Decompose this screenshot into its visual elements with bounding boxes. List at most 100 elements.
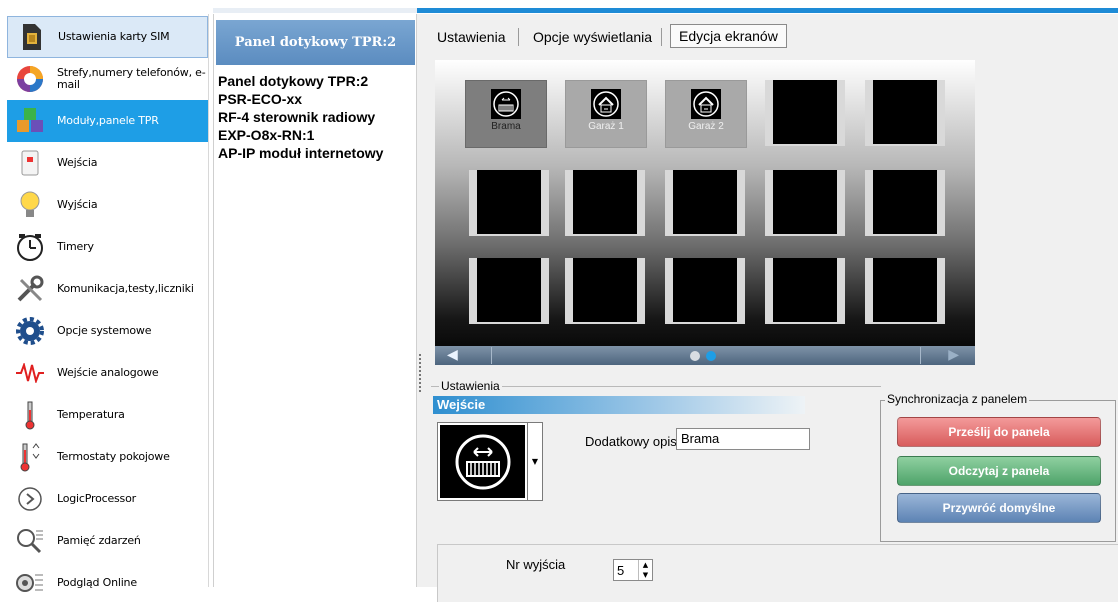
sidebar-item-system[interactable]: Opcje systemowe <box>7 310 208 352</box>
screen-tile-empty[interactable] <box>765 258 845 324</box>
module-list-item[interactable]: Panel dotykowy TPR:2 <box>218 72 417 90</box>
tile-label: Brama <box>491 121 521 132</box>
clock-icon <box>15 232 45 262</box>
editor-area: Ustawienia Opcje wyświetlania Edycja ekr… <box>425 14 1118 602</box>
tab-separator <box>518 28 519 46</box>
sidebar-item-analog[interactable]: Wejście analogowe <box>7 352 208 394</box>
tile-label: Garaż 2 <box>688 121 724 132</box>
splitter-grip[interactable] <box>419 354 421 394</box>
sidebar-item-label: Wejście analogowe <box>57 366 159 379</box>
screen-tile-empty[interactable] <box>765 80 845 146</box>
icon-picker[interactable]: ▼ <box>437 422 543 501</box>
tab-display-options[interactable]: Opcje wyświetlania <box>525 26 660 48</box>
screen-tile-empty[interactable] <box>665 258 745 324</box>
screen-preview: Brama Garaż 1 Garaż 2 ◀ ▶ <box>435 60 975 365</box>
sidebar-item-label: Wyjścia <box>57 198 98 211</box>
page-dot[interactable] <box>690 351 700 361</box>
garage-icon <box>591 89 621 119</box>
output-number-value: 5 <box>617 563 625 578</box>
online-preview-icon <box>15 568 45 598</box>
sidebar-item-label: Termostaty pokojowe <box>57 450 170 463</box>
output-bulb-icon <box>15 190 45 220</box>
screen-tile-empty[interactable] <box>765 170 845 236</box>
module-panel: Panel dotykowy TPR:2 Panel dotykowy TPR:… <box>213 14 417 587</box>
empty-slot <box>573 170 637 234</box>
tab-bar: Ustawienia Opcje wyświetlania Edycja ekr… <box>425 14 1118 50</box>
sidebar-item-zones[interactable]: Strefy,numery telefonów, e-mail <box>7 58 208 100</box>
sidebar-item-timers[interactable]: Timery <box>7 226 208 268</box>
module-list-item[interactable]: EXP-O8x-RN:1 <box>218 126 417 144</box>
icon-dropdown-button[interactable]: ▼ <box>527 423 542 500</box>
sidebar-item-sim[interactable]: Ustawienia karty SIM <box>7 16 208 58</box>
sidebar-item-label: Strefy,numery telefonów, e-mail <box>57 66 206 91</box>
stepper-up-icon[interactable]: ▲ <box>639 560 652 570</box>
event-memory-icon <box>15 526 45 556</box>
screen-tile-empty[interactable] <box>865 80 945 146</box>
thermostat-icon <box>15 442 45 472</box>
sim-card-icon <box>16 22 46 52</box>
settings-group-title: Ustawienia <box>439 379 502 393</box>
sidebar-item-label: Komunikacja,testy,liczniki <box>57 282 194 295</box>
output-number-label: Nr wyjścia <box>506 557 566 572</box>
sidebar-item-label: Wejścia <box>57 156 98 169</box>
module-panel-header: Panel dotykowy TPR:2 <box>216 20 415 65</box>
modules-cubes-icon <box>15 106 45 136</box>
sidebar-item-inputs[interactable]: Wejścia <box>7 142 208 184</box>
stepper-down-icon[interactable]: ▼ <box>639 570 652 580</box>
tab-settings[interactable]: Ustawienia <box>429 26 513 48</box>
module-list-item[interactable]: AP-IP moduł internetowy <box>218 144 417 162</box>
screen-tile-empty[interactable] <box>565 170 645 236</box>
next-page-button[interactable]: ▶ <box>919 348 959 363</box>
top-accent-bar <box>417 8 1118 13</box>
module-list-item[interactable]: PSR-ECO-xx <box>218 90 417 108</box>
screen-tile-empty[interactable] <box>469 258 549 324</box>
sidebar-item-label: Pamięć zdarzeń <box>57 534 141 547</box>
screen-tile-empty[interactable] <box>665 170 745 236</box>
module-list: Panel dotykowy TPR:2 PSR-ECO-xx RF-4 ste… <box>218 72 417 162</box>
send-to-panel-button[interactable]: Prześlij do panela <box>897 417 1101 447</box>
analog-wave-icon <box>15 358 45 388</box>
tools-icon <box>15 274 45 304</box>
module-list-item[interactable]: RF-4 sterownik radiowy <box>218 108 417 126</box>
window-top <box>0 0 1118 8</box>
empty-slot <box>673 170 737 234</box>
read-from-panel-button[interactable]: Odczytaj z panela <box>897 456 1101 486</box>
gate-icon <box>440 425 525 498</box>
output-settings-panel: Nr wyjścia 5 ▲ ▼ <box>437 544 1118 602</box>
sidebar-item-outputs[interactable]: Wyjścia <box>7 184 208 226</box>
thermometer-icon <box>15 400 45 430</box>
output-number-stepper[interactable]: 5 ▲ ▼ <box>613 559 653 581</box>
screen-tile-garage2[interactable]: Garaż 2 <box>665 80 747 148</box>
empty-slot <box>477 170 541 234</box>
sidebar-item-label: Moduły,panele TPR <box>57 114 159 127</box>
screen-tile-empty[interactable] <box>469 170 549 236</box>
tab-screen-edit[interactable]: Edycja ekranów <box>670 24 787 48</box>
description-label: Dodatkowy opis <box>585 434 677 449</box>
tile-label: Garaż 1 <box>588 121 624 132</box>
restore-defaults-button[interactable]: Przywróć domyślne <box>897 493 1101 523</box>
empty-slot <box>873 80 937 144</box>
sidebar-item-temperature[interactable]: Temperatura <box>7 394 208 436</box>
page-navigator: ◀ ▶ <box>435 346 975 365</box>
screen-tile-empty[interactable] <box>865 170 945 236</box>
sidebar-item-modules[interactable]: Moduły,panele TPR <box>7 100 208 142</box>
empty-slot <box>573 258 637 322</box>
sidebar-item-events[interactable]: Pamięć zdarzeń <box>7 520 208 562</box>
sidebar-item-online[interactable]: Podgląd Online <box>7 562 208 604</box>
prev-page-button[interactable]: ◀ <box>447 348 487 363</box>
sidebar-item-label: Opcje systemowe <box>57 324 152 337</box>
empty-slot <box>773 258 837 322</box>
screen-tile-empty[interactable] <box>565 258 645 324</box>
screen-tile-empty[interactable] <box>865 258 945 324</box>
sidebar-item-thermostats[interactable]: Termostaty pokojowe <box>7 436 208 478</box>
sidebar-item-label: Ustawienia karty SIM <box>58 30 170 43</box>
sidebar-item-communication[interactable]: Komunikacja,testy,liczniki <box>7 268 208 310</box>
logic-processor-icon <box>15 484 45 514</box>
screen-tile-gate[interactable]: Brama <box>465 80 547 148</box>
screen-tile-garage1[interactable]: Garaż 1 <box>565 80 647 148</box>
type-header: Wejście <box>433 396 805 414</box>
page-dot-active[interactable] <box>706 351 716 361</box>
sidebar-item-logic[interactable]: LogicProcessor <box>7 478 208 520</box>
description-input[interactable]: Brama <box>676 428 810 450</box>
empty-slot <box>873 258 937 322</box>
